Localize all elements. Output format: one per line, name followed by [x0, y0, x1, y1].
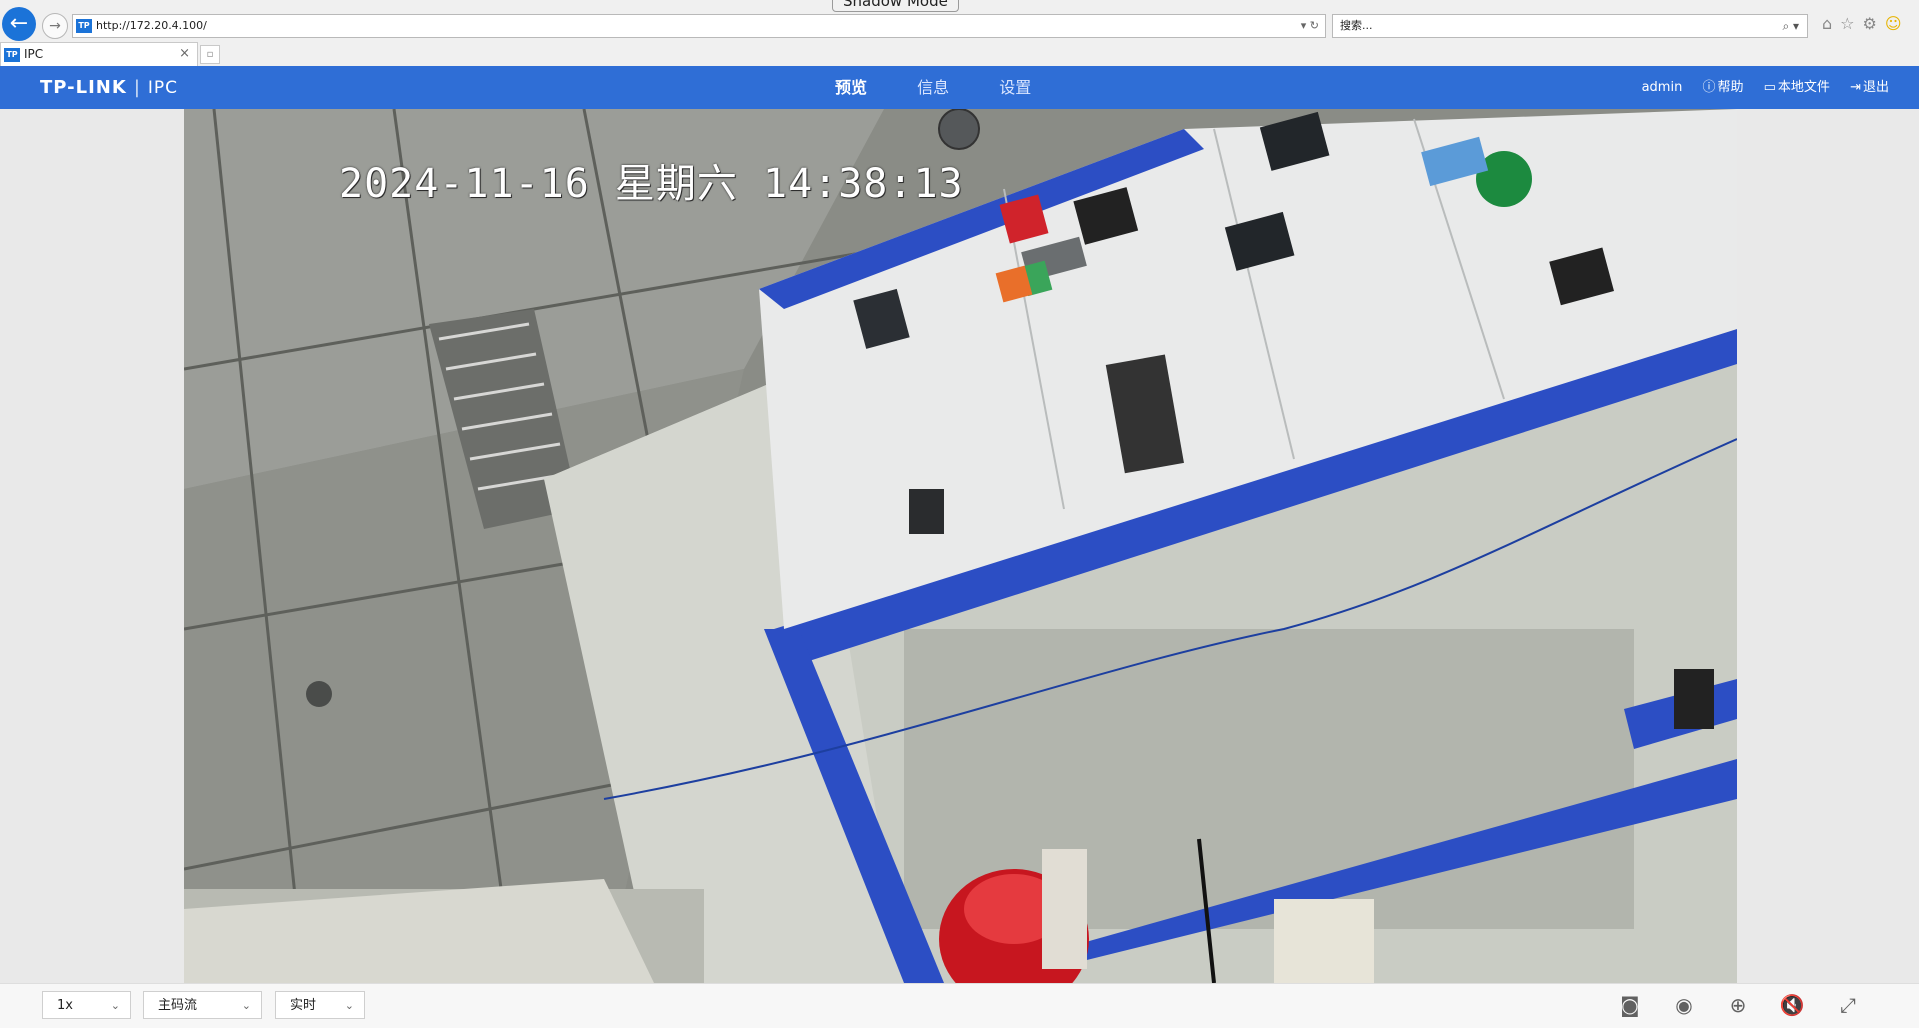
help-link[interactable]: ⓘ 帮助	[1702, 80, 1743, 95]
chevron-down-icon: ⌄	[110, 999, 120, 1012]
current-user: admin	[1641, 80, 1683, 95]
brand-logo: TP-LINK | IPC	[40, 77, 178, 98]
address-bar[interactable]: TP http://172.20.4.100/ ▾ ↻	[72, 14, 1326, 38]
address-dropdown-refresh-icons[interactable]: ▾ ↻	[1301, 15, 1319, 37]
mute-icon[interactable]: 🔇	[1778, 992, 1806, 1018]
home-icon[interactable]: ⌂	[1822, 14, 1840, 33]
header-right: admin ⓘ 帮助 ▭ 本地文件 ⇥ 退出	[1626, 66, 1889, 109]
mode-select[interactable]: 实时 ⌄	[275, 991, 365, 1019]
tab-close-icon[interactable]: ×	[179, 43, 190, 65]
nav-settings[interactable]: 设置	[999, 66, 1031, 109]
back-button[interactable]: ←	[2, 7, 36, 41]
tab-favicon-icon: TP	[4, 47, 20, 62]
zoom-in-icon[interactable]: ⊕	[1724, 992, 1752, 1018]
live-video-view[interactable]: 2024-11-16 星期六 14:38:13	[184, 109, 1737, 983]
forward-button[interactable]: →	[42, 13, 68, 39]
help-icon: ⓘ	[1702, 80, 1716, 95]
shadow-mode-tab[interactable]: Shadow Mode	[832, 0, 959, 12]
logout-link[interactable]: ⇥ 退出	[1850, 80, 1889, 95]
stream-value: 主码流	[158, 998, 198, 1013]
gear-icon[interactable]: ⚙	[1863, 14, 1885, 33]
osd-timestamp: 2024-11-16 星期六 14:38:13	[339, 161, 964, 207]
mode-value: 实时	[290, 998, 317, 1013]
smiley-icon[interactable]: ☺	[1885, 14, 1910, 33]
app-header: TP-LINK | IPC 预览 信息 设置 admin ⓘ 帮助 ▭ 本地文件 ⇥ 退出	[0, 66, 1919, 109]
stream-select[interactable]: 主码流 ⌄	[143, 991, 262, 1019]
playback-speed-select[interactable]: 1x ⌄	[42, 991, 131, 1019]
search-input[interactable]: 搜索... ⌕ ▾	[1332, 14, 1808, 38]
help-label: 帮助	[1717, 80, 1744, 95]
local-files-label: 本地文件	[1777, 80, 1830, 95]
tab-title: IPC	[24, 47, 44, 61]
search-placeholder: 搜索...	[1340, 19, 1373, 32]
new-tab-button[interactable]: ▫	[200, 45, 220, 64]
fullscreen-icon[interactable]: ⤢	[1834, 992, 1862, 1018]
forward-arrow-icon: →	[49, 18, 61, 34]
nav-info[interactable]: 信息	[917, 66, 949, 109]
nav-preview[interactable]: 预览	[835, 66, 867, 109]
tab-strip: TP IPC × ▫	[0, 42, 1919, 67]
playback-speed-value: 1x	[57, 998, 73, 1013]
star-icon[interactable]: ☆	[1840, 14, 1862, 33]
folder-icon: ▭	[1763, 80, 1776, 95]
main-nav: 预览 信息 设置	[835, 66, 1076, 109]
back-arrow-icon: ←	[9, 11, 29, 36]
record-icon[interactable]: ◉	[1670, 992, 1698, 1018]
chevron-down-icon: ⌄	[241, 999, 251, 1012]
browser-tab-ipc[interactable]: TP IPC ×	[0, 42, 198, 66]
site-favicon-icon: TP	[76, 19, 92, 33]
video-frame-illustration	[184, 109, 1737, 983]
address-url: http://172.20.4.100/	[96, 19, 207, 32]
chevron-down-icon: ⌄	[344, 999, 354, 1012]
browser-right-icons: ⌂☆⚙☺	[1822, 14, 1910, 33]
logout-icon: ⇥	[1850, 80, 1861, 95]
product-name: IPC	[147, 78, 179, 98]
logout-label: 退出	[1862, 80, 1889, 95]
search-icon[interactable]: ⌕ ▾	[1782, 15, 1799, 37]
brand-separator: |	[133, 77, 141, 98]
camera-snapshot-icon[interactable]: ◙	[1616, 992, 1644, 1018]
local-files-link[interactable]: ▭ 本地文件	[1764, 80, 1830, 95]
video-control-bar: 1x ⌄ 主码流 ⌄ 实时 ⌄ ◙ ◉ ⊕ 🔇 ⤢	[0, 983, 1919, 1028]
brand-name: TP-LINK	[40, 77, 127, 98]
